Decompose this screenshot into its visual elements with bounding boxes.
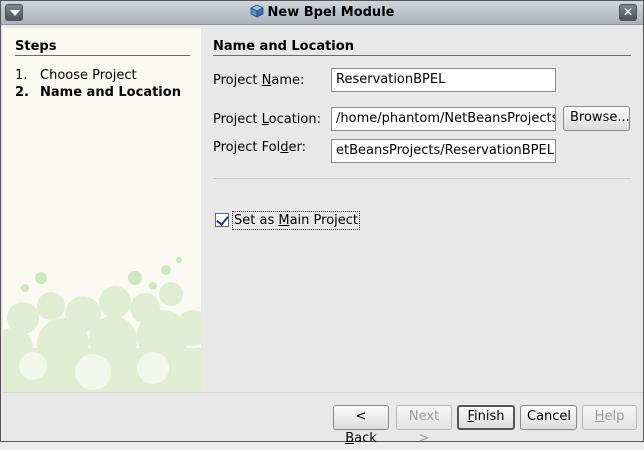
close-icon[interactable]: ✕: [619, 4, 637, 21]
set-main-project-label[interactable]: Set as Main Project: [232, 211, 361, 230]
button-text: inish: [474, 409, 505, 424]
project-location-field[interactable]: /home/phantom/NetBeansProjects: [331, 107, 556, 131]
window-title-text: New Bpel Module: [267, 5, 395, 20]
step-number: 1.: [15, 68, 28, 83]
set-main-project-checkbox[interactable]: [215, 213, 229, 227]
button-text: ack: [354, 431, 377, 446]
step-choose-project: 1. Choose Project: [15, 68, 137, 83]
back-button[interactable]: < Back: [333, 405, 389, 446]
decorative-bubbles-graphic: [3, 257, 201, 392]
title-bar[interactable]: New Bpel Module ✕: [1, 1, 643, 25]
project-name-field[interactable]: ReservationBPEL: [331, 68, 556, 92]
window-title: New Bpel Module: [1, 4, 643, 20]
cancel-button[interactable]: Cancel: [520, 405, 577, 430]
finish-button[interactable]: Finish: [457, 405, 515, 430]
project-folder-field[interactable]: etBeansProjects/ReservationBPEL: [331, 139, 556, 163]
button-text: <: [355, 409, 367, 424]
project-folder-label: Project Folder:: [213, 140, 306, 155]
section-title: Name and Location: [213, 39, 354, 54]
button-mnemonic: H: [594, 409, 605, 424]
label-text: Project: [213, 73, 262, 88]
step-label: Name and Location: [40, 85, 181, 100]
section-divider: [213, 55, 631, 56]
cube-icon: [249, 4, 264, 18]
button-text: elp: [604, 409, 625, 424]
label-mnemonic: M: [278, 213, 290, 228]
step-label: Choose Project: [40, 68, 137, 83]
label-text: Project: [213, 112, 262, 127]
project-name-label: Project Name:: [213, 73, 304, 88]
label-text: ame:: [271, 73, 305, 88]
dialog-window: New Bpel Module ✕ Steps 1. Choose Project…: [0, 0, 644, 446]
label-text: ain Project: [289, 213, 359, 228]
steps-divider: [15, 55, 190, 56]
label-text: Set as: [234, 213, 279, 228]
name-and-location-panel: Name and Location Project Name: Reservat…: [213, 28, 633, 392]
label-text: Project Fol: [213, 140, 281, 155]
button-bar: < Back Next > Finish Cancel Help: [3, 392, 643, 446]
separator: [213, 178, 631, 179]
step-name-and-location: 2. Name and Location: [15, 85, 181, 100]
project-location-label: Project Location:: [213, 112, 321, 127]
label-text: er:: [288, 140, 306, 155]
browse-button[interactable]: Browse...: [563, 106, 630, 131]
label-mnemonic: N: [261, 73, 272, 88]
label-mnemonic: L: [261, 112, 269, 127]
step-number: 2.: [15, 85, 29, 100]
steps-panel: Steps 1. Choose Project 2. Name and Locati…: [3, 28, 201, 392]
steps-heading: Steps: [15, 39, 57, 54]
next-button[interactable]: Next >: [396, 405, 452, 446]
label-text: ocation:: [268, 112, 321, 127]
button-mnemonic: B: [345, 431, 355, 446]
help-button[interactable]: Help: [582, 405, 637, 430]
